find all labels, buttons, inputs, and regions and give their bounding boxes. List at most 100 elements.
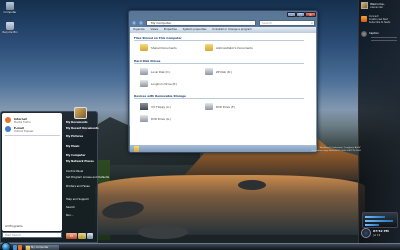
performance-meter: [362, 212, 398, 228]
meter-bar: [365, 220, 393, 222]
folder-icon: [140, 44, 148, 51]
drive-item[interactable]: Local Disk (C:): [140, 68, 200, 76]
folder-item[interactable]: Shared Documents: [140, 44, 200, 52]
explorer-window: – □ × ‹ › My Computer Search ⌕ Organize …: [128, 10, 318, 153]
command-organize[interactable]: Organize: [133, 28, 145, 31]
link-search[interactable]: Search: [66, 206, 75, 209]
rock: [238, 180, 266, 190]
address-row: ‹ › My Computer Search ⌕: [131, 19, 316, 26]
divider: [371, 40, 397, 41]
drive-item[interactable]: 3½ Floppy (A:): [140, 103, 200, 111]
address-bar[interactable]: My Computer: [146, 19, 256, 26]
desktop-icon-recycle-bin[interactable]: Recycle Bin: [2, 22, 18, 34]
link-help-support[interactable]: Help and Support: [66, 198, 89, 201]
drive-item[interactable]: ZP Disk (D:): [205, 68, 265, 76]
command-properties[interactable]: Properties: [164, 28, 177, 31]
command-uninstall[interactable]: Uninstall or change a program: [212, 28, 251, 31]
system-tray[interactable]: [338, 245, 358, 250]
rock: [138, 225, 188, 239]
firefox-icon: [5, 117, 11, 123]
taskbar: My Computer: [0, 242, 400, 250]
folder-icon: [26, 245, 30, 250]
clock-icon: [361, 228, 371, 238]
link-my-pictures[interactable]: My Pictures: [66, 135, 83, 138]
sidebar: Welcome, Alexander Connect Create new fe…: [358, 0, 400, 243]
divider: [5, 135, 60, 136]
folder-icon: [134, 145, 139, 152]
hard-drive-icon: [140, 80, 148, 87]
search-icon[interactable]: ⌕: [311, 21, 313, 26]
start-menu-programs: Internet Mozilla Firefox E-mail Outlook …: [2, 113, 62, 231]
meter-bar: [365, 216, 385, 218]
divider: [134, 63, 304, 64]
start-menu: Internet Mozilla Firefox E-mail Outlook …: [0, 107, 109, 243]
link-control-panel[interactable]: Control Panel: [66, 170, 83, 173]
hard-drive-icon: [205, 68, 213, 75]
dvd-drive-icon: [205, 103, 213, 110]
minimize-button[interactable]: –: [287, 12, 296, 17]
link-my-music[interactable]: My Music: [66, 145, 80, 148]
hard-drive-icon: [140, 68, 148, 75]
rss-icon: [361, 16, 367, 22]
watermark-line: Evaluation copy. Build 4015.0000.030715-…: [311, 149, 361, 152]
user-picture[interactable]: [74, 107, 87, 119]
divider: [134, 40, 304, 41]
link-my-network-places[interactable]: My Network Places: [66, 160, 94, 163]
drive-item[interactable]: Longhorn Drive (E:): [140, 80, 200, 88]
shutdown-options-button[interactable]: ›: [87, 233, 93, 239]
gear-icon[interactable]: [361, 31, 367, 37]
meter-bar: [365, 224, 379, 226]
email-icon: [5, 126, 11, 132]
divider: [371, 37, 397, 38]
build-watermark: Windows® Codename "Longhorn Build" Evalu…: [276, 147, 361, 152]
quick-launch: [13, 245, 23, 250]
start-search-input[interactable]: Start Search: [2, 232, 62, 238]
clock-time[interactable]: 07:52 PM: [373, 229, 389, 233]
tile-caption: Caption: [369, 32, 380, 35]
feed-link[interactable]: Subscribe to feeds: [369, 21, 390, 24]
all-programs-button[interactable]: All Programs: [5, 224, 23, 228]
close-button[interactable]: ×: [305, 12, 316, 17]
link-my-computer[interactable]: My Computer: [66, 154, 86, 157]
task-label: My Computer: [31, 245, 49, 249]
link-my-recent-documents[interactable]: My Recent Documents: [66, 127, 99, 130]
pinned-internet[interactable]: Internet Mozilla Firefox: [5, 116, 60, 125]
user-picture[interactable]: [361, 2, 368, 9]
lock-button[interactable]: 🔒: [78, 233, 86, 239]
folder-item[interactable]: Administrator's Documents: [205, 44, 265, 52]
start-menu-places: My Documents My Recent Documents My Pict…: [64, 107, 109, 243]
power-button[interactable]: ⏻: [66, 233, 77, 239]
start-button[interactable]: [1, 242, 11, 250]
pinned-email[interactable]: E-mail Outlook Express: [5, 125, 60, 134]
link-printers-faxes[interactable]: Printers and Faxes: [66, 185, 90, 188]
window-title-bar[interactable]: – □ ×: [129, 11, 317, 17]
divider: [134, 98, 304, 99]
show-desktop-icon[interactable]: [13, 245, 17, 250]
desktop-icon-computer[interactable]: Computer: [2, 2, 18, 14]
address-text: My Computer: [151, 20, 172, 25]
dvd-drive-icon: [140, 115, 148, 122]
search-placeholder: Search: [262, 20, 273, 25]
command-system-properties[interactable]: System properties: [183, 28, 207, 31]
browser-icon[interactable]: [18, 245, 22, 250]
forward-button[interactable]: ›: [138, 19, 144, 26]
computer-icon: [6, 2, 14, 10]
drive-item[interactable]: DVD Drive (G:): [140, 115, 200, 123]
search-input[interactable]: Search ⌕: [259, 19, 315, 26]
command-views[interactable]: Views: [150, 28, 158, 31]
maximize-button[interactable]: □: [296, 12, 305, 17]
link-my-documents[interactable]: My Documents: [66, 121, 88, 124]
file-view: Files Stored on This Computer Shared Doc…: [130, 33, 316, 145]
folder-icon: [205, 44, 213, 51]
link-run[interactable]: Run...: [66, 214, 73, 217]
taskbar-button-explorer[interactable]: My Computer: [25, 244, 59, 250]
desktop-icon-label: Recycle Bin: [2, 31, 18, 34]
floppy-drive-icon: [140, 103, 148, 110]
user-name: Alexander: [370, 6, 384, 9]
back-button[interactable]: ‹: [131, 19, 137, 26]
recycle-bin-icon: [6, 22, 14, 30]
link-program-access[interactable]: Set Program Access and Defaults: [66, 176, 109, 179]
drive-item[interactable]: DVD Drive (F:): [205, 103, 265, 111]
desktop-icon-label: Computer: [3, 11, 17, 14]
clock-date: Jul 19: [373, 234, 381, 237]
